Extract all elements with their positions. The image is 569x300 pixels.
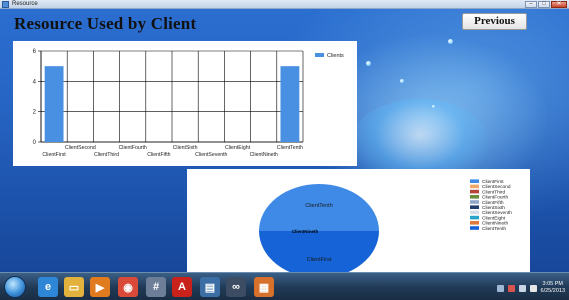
clock-time: 3:05 PM — [542, 281, 563, 287]
water-drop-decoration — [432, 105, 435, 108]
system-tray: 3:05 PM 6/25/2013 — [496, 279, 565, 297]
form-background: Resource Used by Client Previous 0 2 4 6 Cli… — [0, 9, 569, 289]
x-tick-label: ClientSecond — [65, 145, 96, 151]
legend-swatch — [470, 189, 479, 194]
legend-swatch — [470, 184, 479, 189]
folder-icon[interactable]: ▭ — [64, 277, 84, 297]
calculator-icon[interactable]: # — [146, 277, 166, 297]
bar-chart-panel: 0 2 4 6 ClientFirst ClientSecond ClientThird Cl… — [13, 41, 357, 166]
legend-label: ClientFifth — [482, 200, 504, 206]
water-drop-decoration — [448, 39, 453, 44]
pie-label-bottom: ClientFirst — [307, 257, 332, 263]
taskbar: e ▭ ▶ ◉ # A ▤ ∞ ▦ 3:05 PM 6/25/2013 — [0, 272, 569, 300]
pie-chart: ClientTenthClientFirstClientNinethClient… — [259, 179, 512, 278]
app-icon — [2, 1, 9, 8]
window-title: Resource — [12, 1, 38, 7]
legend-swatch — [470, 226, 479, 230]
legend-label: ClientFourth — [482, 195, 508, 201]
x-tick-label: ClientNineth — [250, 152, 278, 158]
legend-swatch — [470, 215, 479, 220]
close-button[interactable]: ✕ — [551, 1, 567, 8]
media-player-icon[interactable]: ▶ — [90, 277, 110, 297]
legend-label: ClientFirst — [482, 179, 504, 185]
clock-date: 6/25/2013 — [540, 288, 565, 294]
taskbar-clock[interactable]: 3:05 PM 6/25/2013 — [541, 281, 565, 295]
legend-swatch — [470, 179, 479, 183]
x-tick-label: ClientFirst — [42, 152, 66, 158]
y-tick-label: 0 — [33, 140, 37, 146]
legend-swatch — [470, 200, 479, 204]
x-tick-label: ClientEight — [225, 145, 251, 151]
tray-arrow-icon[interactable] — [496, 284, 504, 292]
x-tick-label: ClientTenth — [277, 145, 303, 151]
start-button[interactable] — [4, 276, 26, 298]
window-titlebar: Resource – □ ✕ — [0, 0, 569, 9]
tray-volume-icon[interactable] — [529, 284, 537, 292]
legend-swatch — [470, 210, 479, 215]
water-drop-decoration — [366, 61, 371, 66]
window-controls: – □ ✕ — [525, 1, 567, 8]
pie-label-middle: ClientNineth — [292, 229, 319, 234]
pie-chart-panel: ClientTenth ClientFirst ClientNineth Client… — [187, 169, 530, 289]
pie-label-top: ClientTenth — [305, 203, 333, 209]
x-tick-label: ClientFifth — [147, 152, 170, 158]
y-tick-label: 2 — [33, 110, 37, 116]
legend-label: ClientNineth — [482, 221, 508, 227]
bar-chart: 0246ClientFirstClientSecondClientThirdCl… — [33, 49, 344, 158]
water-drop-decoration — [400, 79, 404, 83]
chrome-icon[interactable]: ◉ — [118, 277, 138, 297]
legend-label: ClientSeventh — [482, 210, 512, 216]
office-icon[interactable]: ▦ — [254, 277, 274, 297]
x-tick-label: ClientSeventh — [195, 152, 227, 158]
legend-label: ClientSecond — [482, 184, 511, 190]
screen-icon[interactable]: ▤ — [200, 277, 220, 297]
tray-network-icon[interactable] — [518, 284, 526, 292]
ie-icon[interactable]: e — [38, 277, 58, 297]
legend-swatch — [315, 53, 324, 57]
pdf-icon[interactable]: A — [172, 277, 192, 297]
bar-clienttenth — [280, 66, 300, 142]
x-tick-label: ClientThird — [94, 152, 119, 158]
y-tick-label: 6 — [33, 49, 37, 55]
tray-flag-icon[interactable] — [507, 284, 515, 292]
minimize-button[interactable]: – — [525, 1, 537, 8]
y-tick-label: 4 — [33, 79, 37, 85]
bar-clientfirst — [44, 66, 64, 142]
infinity-icon[interactable]: ∞ — [226, 277, 246, 297]
legend-swatch — [470, 221, 479, 225]
legend-swatch — [470, 205, 479, 209]
legend-label: ClientEight — [482, 215, 506, 221]
maximize-button[interactable]: □ — [538, 1, 550, 8]
legend-label: ClientSixth — [482, 205, 505, 211]
x-tick-label: ClientFourth — [119, 145, 147, 151]
pie-slice-clienttenth — [259, 231, 379, 278]
previous-button[interactable]: Previous — [462, 13, 527, 30]
x-tick-label: ClientSixth — [173, 145, 198, 151]
legend-label: Clients — [327, 53, 344, 59]
page-title: Resource Used by Client — [14, 14, 197, 33]
legend-label: ClientThird — [482, 189, 506, 195]
legend-swatch — [470, 195, 479, 199]
legend-label: ClientTenth — [482, 226, 506, 232]
